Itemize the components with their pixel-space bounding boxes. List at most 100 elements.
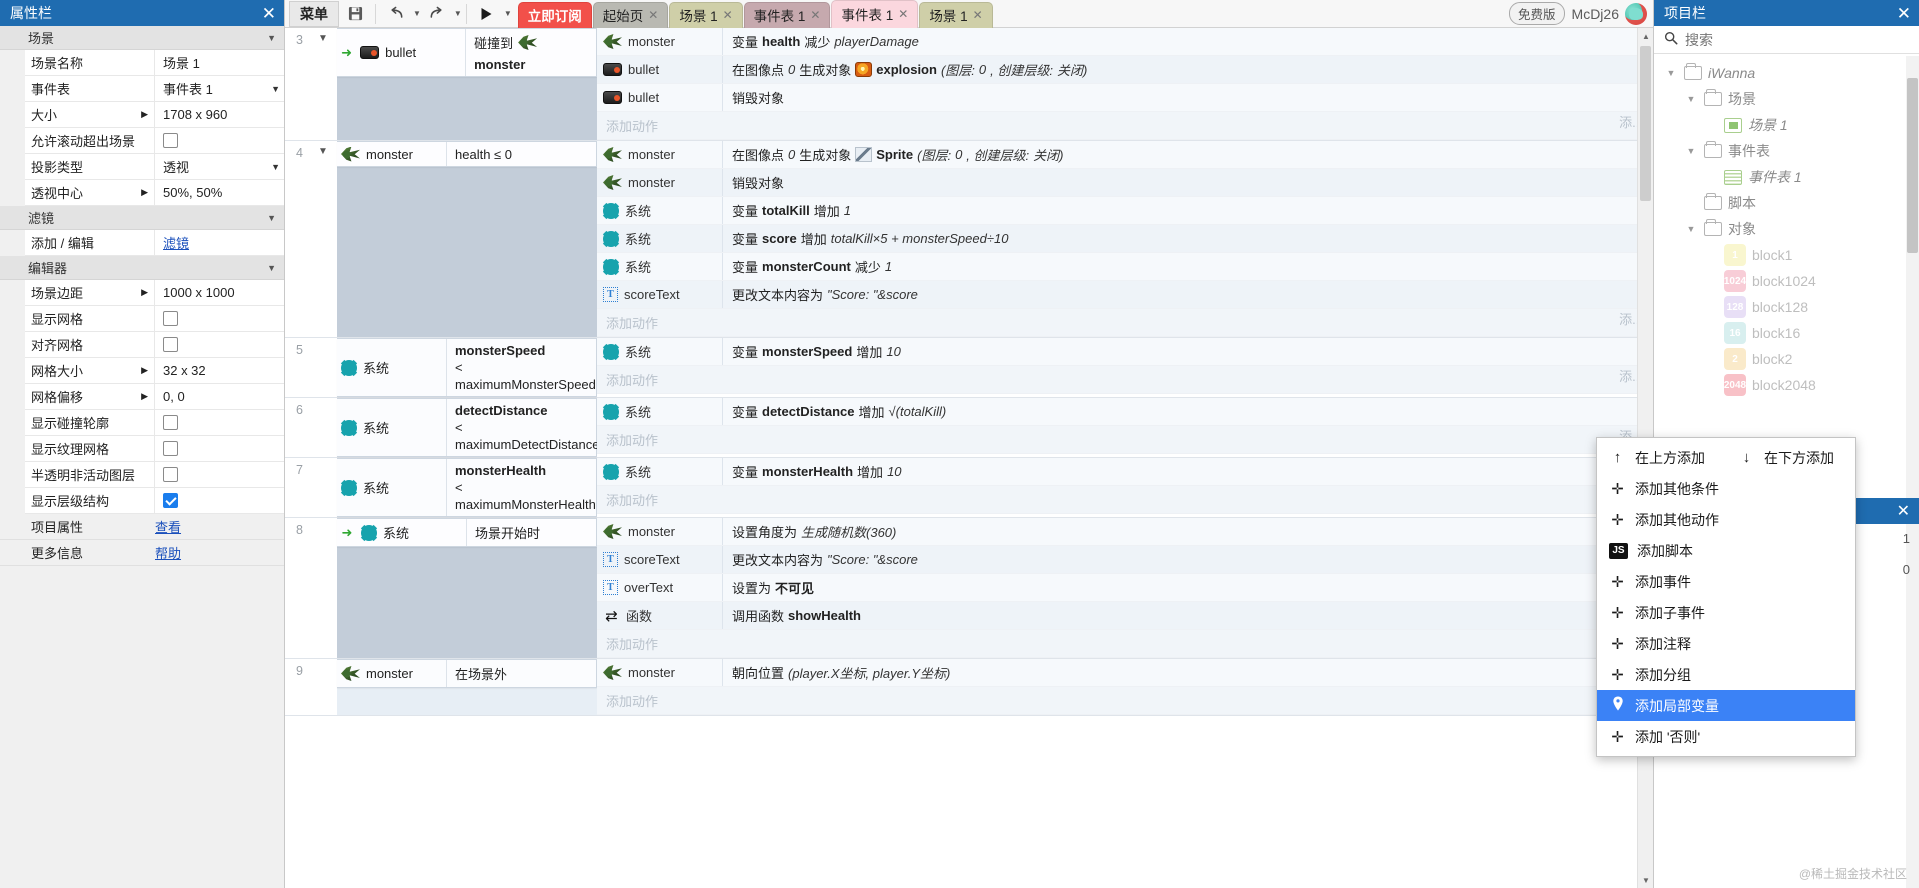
property-value[interactable]: 滤镜 xyxy=(155,230,284,255)
property-row[interactable]: 场景名称 场景 1 xyxy=(25,50,284,76)
context-menu-item-添加注释[interactable]: ✛ 添加注释 xyxy=(1597,628,1855,659)
action-row[interactable]: monster 在图像点 0 生成对象 Sprite (图层: 0, 创建层级: … xyxy=(597,141,1653,169)
action-text[interactable]: 调用函数 showHealth xyxy=(723,602,870,629)
property-row[interactable]: 对齐网格 xyxy=(25,332,284,358)
property-checkbox[interactable] xyxy=(163,311,178,326)
add-action-row[interactable]: 添加动作添... xyxy=(597,687,1653,715)
redo-dropdown-icon[interactable]: ▼ xyxy=(454,9,462,18)
action-text[interactable]: 设置为 不可见 xyxy=(723,574,823,601)
add-action-row[interactable]: 添加动作添... xyxy=(597,112,1653,140)
chevron-down-icon[interactable]: ▼ xyxy=(271,84,280,94)
condition-column[interactable]: ➜ 系统 场景开始时 xyxy=(337,518,597,658)
tab-3[interactable]: 事件表 1 ✕ xyxy=(743,1,831,28)
property-link[interactable]: 滤镜 xyxy=(163,233,189,252)
condition-object[interactable]: 系统 xyxy=(337,339,447,396)
property-value[interactable]: 0, 0 xyxy=(155,384,284,409)
action-object[interactable]: monster xyxy=(597,141,723,168)
action-row[interactable]: monster 销毁对象 xyxy=(597,169,1653,197)
event-collapse-toggle[interactable] xyxy=(309,338,337,397)
footer-link[interactable]: 查看 xyxy=(155,520,181,535)
property-checkbox[interactable] xyxy=(163,415,178,430)
project-tree-item-block1024[interactable]: 1024 block1024 xyxy=(1654,268,1919,294)
property-row[interactable]: 半透明非活动图层 xyxy=(25,462,284,488)
add-action-label[interactable]: 添加动作 xyxy=(597,112,667,139)
properties-footer-row[interactable]: 更多信息 帮助 xyxy=(0,540,284,566)
add-action-label[interactable]: 添加动作 xyxy=(597,309,667,336)
property-value[interactable]: 透视 ▼ xyxy=(155,154,284,179)
event-row[interactable]: 5 系统 monsterSpeed < maximumMonsterSpeed 系统 变量 … xyxy=(285,338,1653,398)
scroll-up-icon[interactable]: ▲ xyxy=(1638,28,1653,44)
condition-empty-area[interactable] xyxy=(337,688,597,715)
subscribe-button[interactable]: 立即订阅 xyxy=(517,1,592,28)
property-value[interactable]: 事件表 1 ▼ xyxy=(155,76,284,101)
close-icon[interactable]: ✕ xyxy=(262,5,276,22)
action-row[interactable]: 系统 变量 monsterSpeed 增加 10 xyxy=(597,338,1653,366)
event-row[interactable]: 4 ▼ monster health ≤ 0 monster 在图像点 0 生成对象 Sp… xyxy=(285,141,1653,338)
event-row[interactable]: 3 ▼ ➜ bullet 碰撞到 monster monster 变量 health 减少 p… xyxy=(285,28,1653,141)
condition-column[interactable]: 系统 monsterSpeed < maximumMonsterSpeed xyxy=(337,338,597,397)
action-row[interactable]: 系统 变量 detectDistance 增加 √(totalKill) xyxy=(597,398,1653,426)
event-collapse-toggle[interactable] xyxy=(309,659,337,715)
event-collapse-toggle[interactable]: ▼ xyxy=(309,141,337,337)
chevron-down-icon[interactable]: ▼ xyxy=(271,162,280,172)
property-row[interactable]: 事件表 事件表 1 ▼ xyxy=(25,76,284,102)
action-row[interactable]: 系统 变量 totalKill 增加 1 xyxy=(597,197,1653,225)
add-action-row[interactable]: 添加动作添... xyxy=(597,486,1653,514)
context-menu-item-添加其他动作[interactable]: ✛ 添加其他动作 xyxy=(1597,504,1855,535)
condition-block[interactable]: 系统 monsterHealth < maximumMonsterHealth xyxy=(337,458,597,517)
action-object[interactable]: ToverText xyxy=(597,574,723,601)
context-menu-item-添加子事件[interactable]: ✛ 添加子事件 xyxy=(1597,597,1855,628)
add-action-label[interactable]: 添加动作 xyxy=(597,426,667,453)
property-checkbox[interactable] xyxy=(163,493,178,508)
action-row[interactable]: 系统 变量 monsterCount 减少 1 xyxy=(597,253,1653,281)
action-row[interactable]: monster 变量 health 减少 playerDamage xyxy=(597,28,1653,56)
action-text[interactable]: 变量 monsterHealth 增加 10 xyxy=(723,458,911,485)
project-tree-item-事件表 1[interactable]: 事件表 1 xyxy=(1654,164,1919,190)
property-value[interactable] xyxy=(155,128,284,153)
action-text[interactable]: 在图像点 0 生成对象 explosion (图层: 0, 创建层级: 关闭) xyxy=(723,56,1096,83)
condition-column[interactable]: monster 在场景外 xyxy=(337,659,597,715)
chevron-down-icon[interactable]: ▼ xyxy=(267,213,276,223)
condition-text[interactable]: 碰撞到 monster xyxy=(466,29,596,76)
property-row[interactable]: 网格偏移 ▶ 0, 0 xyxy=(25,384,284,410)
add-action-row[interactable]: 添加动作添... xyxy=(597,630,1653,658)
project-tree-item-block2048[interactable]: 2048 block2048 xyxy=(1654,372,1919,398)
condition-column[interactable]: ➜ bullet 碰撞到 monster xyxy=(337,28,597,140)
properties-footer-row[interactable]: 项目属性 查看 xyxy=(0,514,284,540)
condition-empty-area[interactable] xyxy=(337,167,597,337)
condition-block[interactable]: ➜ 系统 场景开始时 xyxy=(337,518,597,547)
add-action-label[interactable]: 添加动作 xyxy=(597,687,667,714)
action-text[interactable]: 变量 totalKill 增加 1 xyxy=(723,197,860,224)
action-object[interactable]: 系统 xyxy=(597,458,723,485)
property-row[interactable]: 显示碰撞轮廓 xyxy=(25,410,284,436)
action-row[interactable]: 系统 变量 score 增加 totalKill×5 + monsterSpeed… xyxy=(597,225,1653,253)
action-object[interactable]: 系统 xyxy=(597,398,723,425)
event-collapse-toggle[interactable]: ▼ xyxy=(309,28,337,140)
property-value[interactable] xyxy=(155,410,284,435)
action-object[interactable]: 系统 xyxy=(597,197,723,224)
property-checkbox[interactable] xyxy=(163,133,178,148)
project-tree-item-block128[interactable]: 128 block128 xyxy=(1654,294,1919,320)
action-object[interactable]: TscoreText xyxy=(597,281,723,308)
condition-object[interactable]: 系统 xyxy=(337,459,447,516)
action-object[interactable]: monster xyxy=(597,518,723,545)
properties-group-header[interactable]: 编辑器 ▼ xyxy=(0,256,284,280)
chevron-down-icon[interactable]: ▼ xyxy=(267,33,276,43)
property-value[interactable] xyxy=(155,488,284,513)
action-object[interactable]: bullet xyxy=(597,84,723,111)
property-value[interactable]: 1000 x 1000 xyxy=(155,280,284,305)
chevron-down-icon[interactable]: ▼ xyxy=(1664,68,1678,78)
project-tree-item-block16[interactable]: 16 block16 xyxy=(1654,320,1919,346)
property-checkbox[interactable] xyxy=(163,337,178,352)
condition-object[interactable]: 系统 xyxy=(357,519,467,546)
action-object[interactable]: 系统 xyxy=(597,225,723,252)
context-menu-item-添加分组[interactable]: ✛ 添加分组 xyxy=(1597,659,1855,690)
action-object[interactable]: 系统 xyxy=(597,338,723,365)
action-text[interactable]: 变量 detectDistance 增加 √(totalKill) xyxy=(723,398,955,425)
condition-text[interactable]: monsterSpeed < maximumMonsterSpeed xyxy=(447,339,604,396)
condition-object[interactable]: bullet xyxy=(356,29,467,76)
project-tree-item-block2[interactable]: 2 block2 xyxy=(1654,346,1919,372)
play-dropdown-icon[interactable]: ▼ xyxy=(504,9,512,18)
event-row[interactable]: 6 系统 detectDistance < maximumDetectDistance 系… xyxy=(285,398,1653,458)
close-icon[interactable]: ✕ xyxy=(1897,501,1910,521)
